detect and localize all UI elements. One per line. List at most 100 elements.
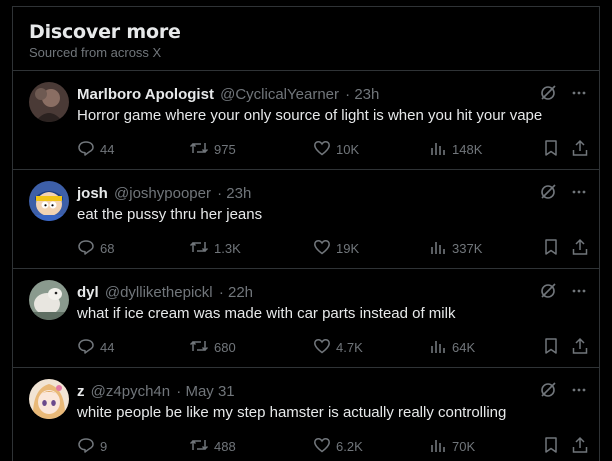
views-count: 148K [452,142,483,157]
tweet-actions: 44 975 10K 148K [77,139,591,161]
bookmark-button[interactable] [543,337,559,358]
tweet-time[interactable]: · 22h [219,284,253,301]
grok-slash-circle-icon[interactable] [539,84,557,107]
author-name[interactable]: dyl [77,284,99,301]
avatar[interactable] [29,82,69,122]
avatar[interactable] [29,181,69,221]
bookmark-icon [543,436,559,457]
more-dots-icon[interactable] [571,382,587,403]
section-subtitle: Sourced from across X [29,45,162,60]
share-button[interactable] [571,337,589,358]
repost-count: 1.3K [214,241,241,256]
heart-icon [313,337,331,358]
section-title: Discover more [29,21,181,43]
tweet-text: what if ice cream was made with car part… [77,305,456,322]
repost-count: 975 [214,142,236,157]
author-name[interactable]: Marlboro Apologist [77,86,214,103]
views-bars-icon [429,436,447,457]
like-button[interactable]: 6.2K [313,436,363,457]
reply-button[interactable]: 68 [77,238,114,259]
author-handle[interactable]: @dyllikethepickl [105,284,213,301]
tweet-meta: Marlboro Apologist @CyclicalYearner · 23… [77,86,379,103]
repost-count: 488 [214,439,236,454]
bookmark-icon [543,238,559,259]
like-count: 10K [336,142,360,157]
repost-button[interactable]: 1.3K [189,238,241,259]
tweet-meta: josh @joshypooper · 23h [77,185,251,202]
share-button[interactable] [571,139,589,160]
repost-arrows-icon [189,337,209,358]
reply-bubble-icon [77,139,95,160]
grok-slash-circle-icon[interactable] [539,282,557,305]
views-count: 64K [452,340,476,355]
views-bars-icon [429,238,447,259]
reply-button[interactable]: 44 [77,337,114,358]
tweet-card[interactable]: josh @joshypooper · 23h eat the pussy th… [13,169,599,268]
heart-icon [313,436,331,457]
author-handle[interactable]: @joshypooper [114,185,211,202]
grok-slash-circle-icon[interactable] [539,183,557,206]
views-button[interactable]: 337K [429,238,482,259]
more-dots-icon[interactable] [571,283,587,304]
views-count: 70K [452,439,476,454]
tweet-meta: z @z4pych4n · May 31 [77,383,235,400]
more-dots-icon[interactable] [571,184,587,205]
repost-arrows-icon [189,436,209,457]
author-name[interactable]: z [77,383,85,400]
share-button[interactable] [571,436,589,457]
grok-slash-circle-icon[interactable] [539,381,557,404]
repost-arrows-icon [189,238,209,259]
bookmark-icon [543,139,559,160]
bookmark-button[interactable] [543,139,559,160]
reply-count: 44 [100,340,115,355]
tweet-card[interactable]: dyl @dyllikethepickl · 22h what if ice c… [13,268,599,367]
repost-button[interactable]: 488 [189,436,236,457]
views-bars-icon [429,139,447,160]
tweet-text: Horror game where your only source of li… [77,107,543,124]
bookmark-button[interactable] [543,238,559,259]
reply-bubble-icon [77,436,95,457]
share-button[interactable] [571,238,589,259]
tweet-time[interactable]: · 23h [217,185,251,202]
views-bars-icon [429,337,447,358]
reply-count: 44 [100,142,115,157]
tweet-time[interactable]: · May 31 [176,383,234,400]
share-upload-icon [571,238,589,259]
like-count: 6.2K [336,439,363,454]
views-button[interactable]: 70K [429,436,475,457]
tweet-meta: dyl @dyllikethepickl · 22h [77,284,253,301]
like-button[interactable]: 19K [313,238,359,259]
bookmark-button[interactable] [543,436,559,457]
like-count: 4.7K [336,340,363,355]
avatar[interactable] [29,379,69,419]
like-button[interactable]: 4.7K [313,337,363,358]
share-upload-icon [571,337,589,358]
tweet-actions: 68 1.3K 19K 337K [77,238,591,260]
author-handle[interactable]: @CyclicalYearner [220,86,339,103]
reply-bubble-icon [77,337,95,358]
reply-bubble-icon [77,238,95,259]
tweet-text: white people be like my step hamster is … [77,404,507,421]
reply-button[interactable]: 44 [77,139,114,160]
more-dots-icon[interactable] [571,85,587,106]
avatar[interactable] [29,280,69,320]
section-header: Discover more Sourced from across X [29,21,181,60]
heart-icon [313,238,331,259]
views-button[interactable]: 64K [429,337,475,358]
tweet-text: eat the pussy thru her jeans [77,206,263,223]
author-name[interactable]: josh [77,185,108,202]
like-button[interactable]: 10K [313,139,359,160]
tweet-actions: 44 680 4.7K 64K [77,337,591,359]
tweet-card[interactable]: Marlboro Apologist @CyclicalYearner · 23… [13,70,599,169]
discover-more-panel: Discover more Sourced from across X Marl… [12,6,600,461]
reply-button[interactable]: 9 [77,436,107,457]
tweet-time[interactable]: · 23h [345,86,379,103]
reply-count: 9 [100,439,108,454]
views-button[interactable]: 148K [429,139,482,160]
author-handle[interactable]: @z4pych4n [91,383,170,400]
views-count: 337K [452,241,483,256]
repost-button[interactable]: 680 [189,337,236,358]
repost-button[interactable]: 975 [189,139,236,160]
tweet-card[interactable]: z @z4pych4n · May 31 white people be lik… [13,367,599,461]
repost-arrows-icon [189,139,209,160]
